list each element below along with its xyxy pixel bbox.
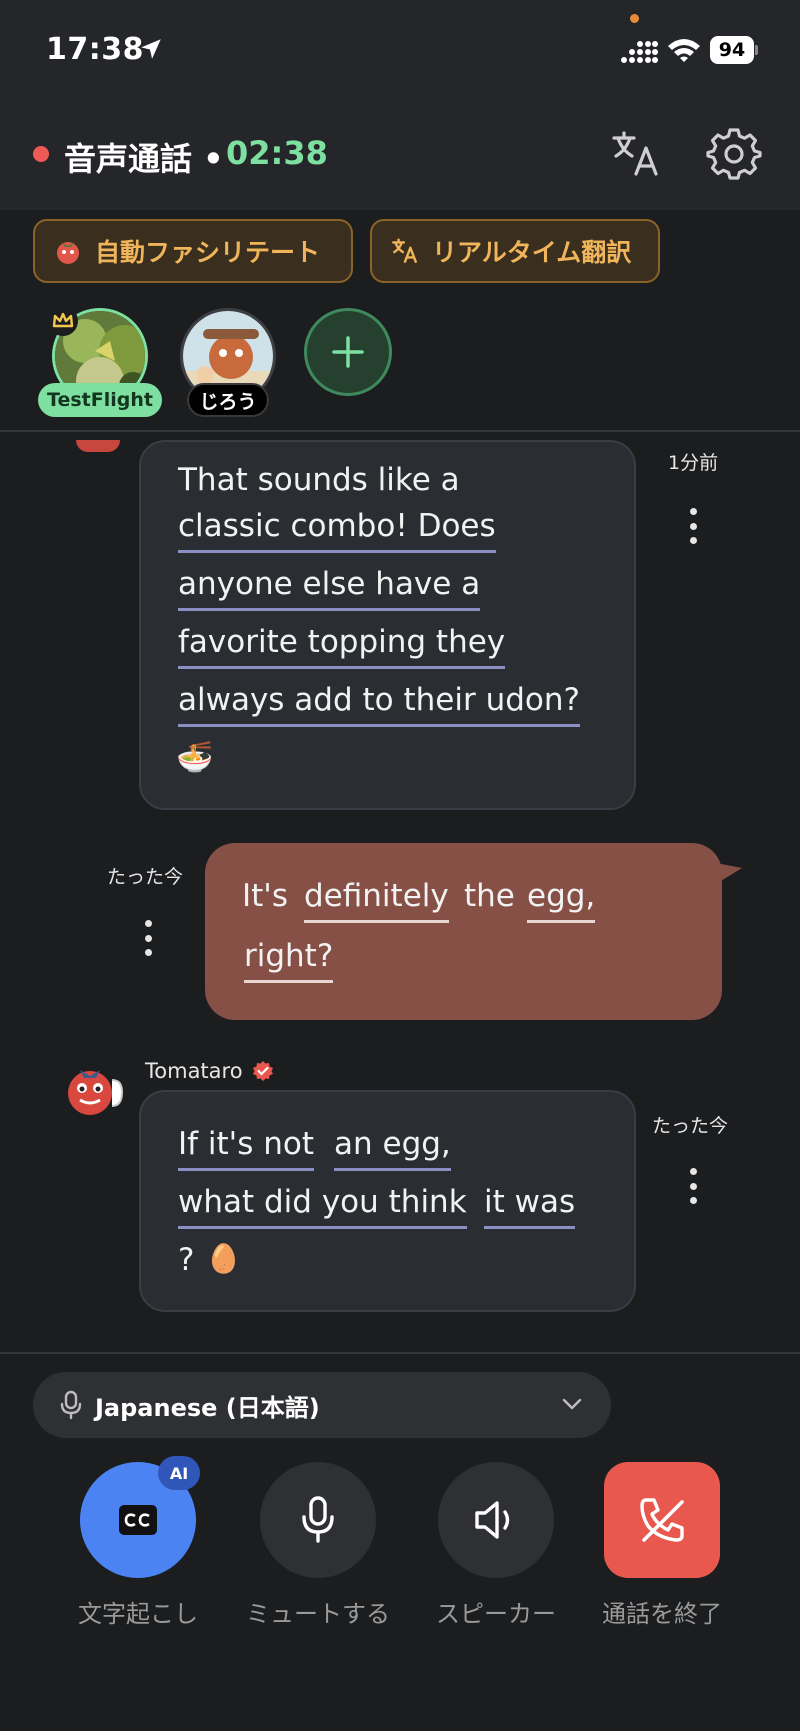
transcribe-label: 文字起こし: [78, 1600, 198, 1628]
message-text[interactable]: always add to their udon?: [178, 682, 580, 727]
message-text[interactable]: favorite topping they: [178, 624, 506, 669]
tomataro-avatar: [68, 1070, 124, 1115]
microphone-icon: [60, 1390, 82, 1420]
battery-level: 94: [710, 36, 754, 64]
battery-indicator: 94: [710, 36, 758, 64]
verified-badge-icon: [253, 1061, 273, 1081]
end-call-icon: [640, 1498, 684, 1542]
crown-icon: [48, 306, 78, 336]
mute-label: ミュートする: [246, 1600, 390, 1628]
message-more-icon[interactable]: [144, 920, 152, 956]
message-text[interactable]: definitely: [304, 878, 449, 923]
realtime-translate-chip[interactable]: リアルタイム翻訳: [370, 219, 660, 283]
wifi-icon: [668, 39, 700, 62]
recording-dot: [33, 146, 49, 162]
call-title: 音声通話 •: [64, 140, 224, 178]
message-emoji: 🍜: [176, 740, 214, 775]
message-text[interactable]: right?: [244, 938, 334, 983]
message-text[interactable]: classic combo! Does: [178, 508, 496, 553]
location-arrow-icon: [141, 39, 161, 59]
mute-button[interactable]: [260, 1462, 376, 1578]
sender-name: Tomataro: [145, 1059, 243, 1083]
message-text[interactable]: what did you think: [178, 1184, 467, 1229]
translate-icon[interactable]: [608, 126, 664, 182]
auto-facilitate-chip[interactable]: 自動ファシリテート: [33, 219, 353, 283]
realtime-translate-label: リアルタイム翻訳: [432, 238, 632, 267]
message-timestamp: 1分前: [668, 452, 719, 474]
auto-facilitate-label: 自動ファシリテート: [95, 238, 321, 267]
header-divider: [0, 430, 800, 432]
end-call-button[interactable]: [604, 1462, 720, 1578]
message-timestamp: たった今: [652, 1115, 729, 1137]
message-text[interactable]: an egg,: [334, 1126, 451, 1171]
message-text: the: [464, 878, 515, 914]
message-text: That sounds like a: [178, 462, 460, 498]
clock: 17:38: [46, 32, 144, 67]
closed-caption-icon: [119, 1505, 157, 1535]
footer-divider: [0, 1352, 800, 1354]
translate-icon: [392, 238, 417, 263]
language-label: Japanese (日本語): [95, 1393, 320, 1422]
message-bubble-outgoing[interactable]: [205, 843, 722, 1020]
message-text[interactable]: anyone else have a: [178, 566, 481, 611]
language-selector[interactable]: Japanese (日本語): [33, 1372, 611, 1438]
message-text[interactable]: egg,: [527, 878, 596, 923]
plus-icon: [332, 336, 364, 368]
message-timestamp: たった今: [107, 866, 184, 888]
participant-name-badge: じろう: [187, 383, 269, 417]
participant-name-badge: TestFlight: [38, 383, 162, 417]
add-participant-button[interactable]: [304, 308, 392, 396]
message-text[interactable]: If it's not: [178, 1126, 314, 1171]
message-more-icon[interactable]: [689, 508, 697, 544]
privacy-indicator: [630, 14, 639, 23]
chevron-down-icon: [562, 1398, 582, 1410]
tomato-icon: [57, 242, 79, 264]
speaker-button[interactable]: [438, 1462, 554, 1578]
message-text: It's: [242, 878, 288, 914]
message-text[interactable]: it was: [484, 1184, 576, 1229]
message-text: ?: [178, 1242, 195, 1278]
microphone-icon: [302, 1496, 334, 1543]
call-elapsed-time: 02:38: [226, 134, 328, 172]
end-call-label: 通話を終了: [602, 1600, 722, 1628]
speaker-icon: [475, 1501, 510, 1539]
message-more-icon[interactable]: [689, 1168, 697, 1204]
ai-badge: AI: [158, 1456, 200, 1490]
message-emoji: 🥚: [206, 1242, 241, 1275]
settings-gear-icon[interactable]: [706, 126, 762, 182]
sender-avatar-partial: [76, 440, 120, 452]
cellular-signal-icon: [621, 41, 658, 63]
